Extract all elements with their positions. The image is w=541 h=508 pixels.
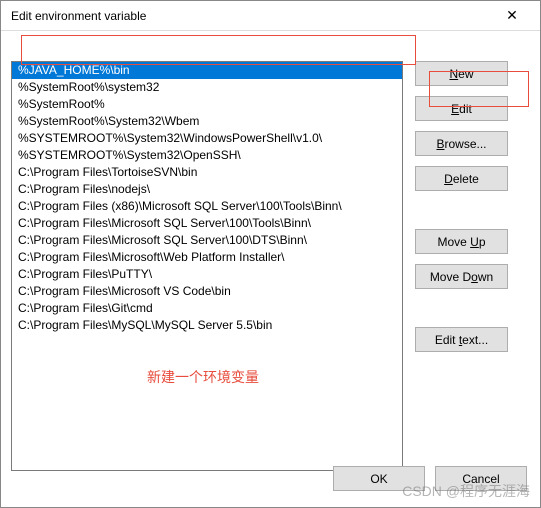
list-item[interactable]: C:\Program Files\Git\cmd (12, 300, 402, 317)
bottom-buttons: OK Cancel (333, 466, 527, 491)
moveup-rest: p (479, 235, 486, 249)
dialog-window: Edit environment variable ✕ %JAVA_HOME%\… (0, 0, 541, 508)
list-item[interactable]: %SystemRoot% (12, 96, 402, 113)
new-rest: ew (458, 67, 473, 81)
browse-button[interactable]: Browse... (415, 131, 508, 156)
edit-rest: dit (459, 102, 472, 116)
list-item[interactable]: C:\Program Files\Microsoft\Web Platform … (12, 249, 402, 266)
list-item[interactable]: %JAVA_HOME%\bin (12, 62, 402, 79)
new-mnemonic: N (449, 67, 458, 81)
list-item[interactable]: C:\Program Files\Microsoft SQL Server\10… (12, 232, 402, 249)
movedown-mnemonic: o (471, 270, 478, 284)
delete-button[interactable]: Delete (415, 166, 508, 191)
edittext-pre: Edit (435, 333, 459, 347)
move-up-button[interactable]: Move Up (415, 229, 508, 254)
browse-mnemonic: B (436, 137, 444, 151)
moveup-mnemonic: U (470, 235, 479, 249)
browse-rest: rowse... (445, 137, 487, 151)
edit-text-button[interactable]: Edit text... (415, 327, 508, 352)
titlebar: Edit environment variable ✕ (1, 1, 540, 31)
button-column: New Edit Browse... Delete Move Up Move D… (415, 61, 508, 471)
path-listbox[interactable]: %JAVA_HOME%\bin%SystemRoot%\system32%Sys… (11, 61, 403, 471)
close-button[interactable]: ✕ (492, 2, 532, 30)
list-item[interactable]: C:\Program Files\MySQL\MySQL Server 5.5\… (12, 317, 402, 334)
list-item[interactable]: %SYSTEMROOT%\System32\OpenSSH\ (12, 147, 402, 164)
dialog-content: %JAVA_HOME%\bin%SystemRoot%\system32%Sys… (1, 31, 540, 507)
edittext-rest: ext... (462, 333, 488, 347)
edit-mnemonic: E (451, 102, 459, 116)
move-down-button[interactable]: Move Down (415, 264, 508, 289)
main-area: %JAVA_HOME%\bin%SystemRoot%\system32%Sys… (11, 61, 530, 471)
delete-rest: elete (453, 172, 479, 186)
moveup-pre: Move (437, 235, 470, 249)
movedown-pre: Move D (430, 270, 471, 284)
movedown-rest: wn (478, 270, 493, 284)
list-item[interactable]: %SystemRoot%\system32 (12, 79, 402, 96)
list-item[interactable]: %SYSTEMROOT%\System32\WindowsPowerShell\… (12, 130, 402, 147)
list-item[interactable]: C:\Program Files (x86)\Microsoft SQL Ser… (12, 198, 402, 215)
new-button[interactable]: New (415, 61, 508, 86)
list-item[interactable]: C:\Program Files\Microsoft VS Code\bin (12, 283, 402, 300)
cancel-button[interactable]: Cancel (435, 466, 527, 491)
list-item[interactable]: %SystemRoot%\System32\Wbem (12, 113, 402, 130)
edit-button[interactable]: Edit (415, 96, 508, 121)
list-item[interactable]: C:\Program Files\PuTTY\ (12, 266, 402, 283)
delete-mnemonic: D (444, 172, 453, 186)
window-title: Edit environment variable (11, 9, 146, 23)
list-item[interactable]: C:\Program Files\Microsoft SQL Server\10… (12, 215, 402, 232)
list-item[interactable]: C:\Program Files\TortoiseSVN\bin (12, 164, 402, 181)
annotation-text: 新建一个环境变量 (147, 367, 259, 387)
ok-button[interactable]: OK (333, 466, 425, 491)
list-item[interactable]: C:\Program Files\nodejs\ (12, 181, 402, 198)
